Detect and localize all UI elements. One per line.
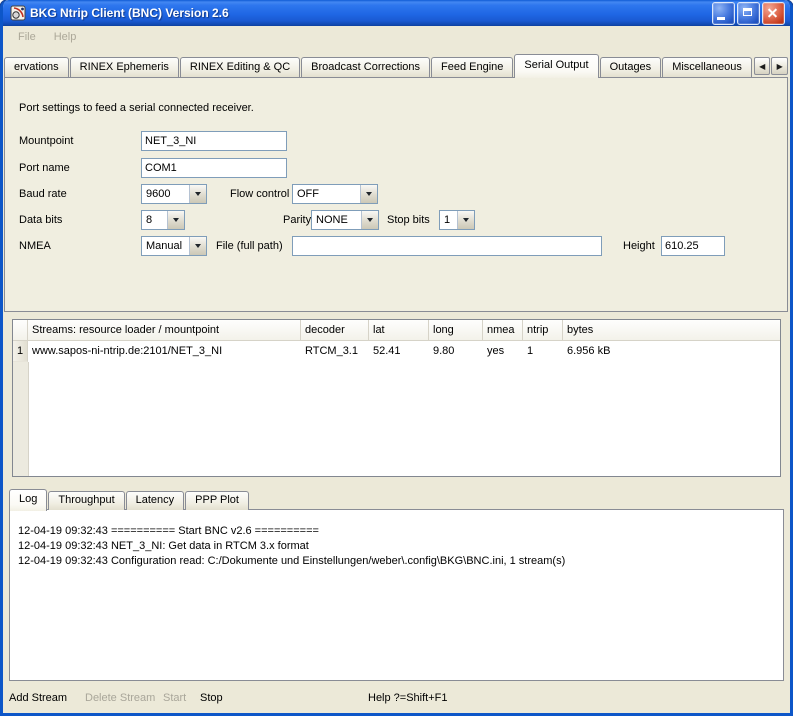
baud-rate-select[interactable]: 9600	[141, 184, 207, 204]
row-header-stripe	[13, 362, 29, 476]
table-empty-area	[13, 362, 780, 476]
nmea-select[interactable]: Manual	[141, 236, 207, 256]
cell-ntrip: 1	[523, 341, 563, 362]
arrow-right-icon: ▶	[777, 62, 783, 71]
stop-button[interactable]: Stop	[200, 692, 223, 704]
maximize-button[interactable]	[737, 2, 760, 25]
log-line: 12-04-19 09:32:43 ========== Start BNC v…	[18, 524, 777, 539]
stop-bits-label: Stop bits	[387, 214, 430, 226]
column-header-decoder[interactable]: decoder	[301, 320, 369, 340]
tab-rinex-editing-qc[interactable]: RINEX Editing & QC	[180, 57, 300, 77]
menu-bar: File Help	[3, 26, 790, 47]
column-header-ntrip[interactable]: ntrip	[523, 320, 563, 340]
tab-feed-engine[interactable]: Feed Engine	[431, 57, 513, 77]
app-icon[interactable]	[10, 5, 26, 21]
tab-scroll-left-button[interactable]: ◀	[754, 57, 771, 75]
flow-control-select[interactable]: OFF	[292, 184, 378, 204]
tab-miscellaneous[interactable]: Miscellaneous	[662, 57, 752, 77]
serial-output-panel: Port settings to feed a serial connected…	[4, 77, 788, 312]
help-shortcut-label: Help ?=Shift+F1	[368, 692, 448, 704]
bottom-tab-bar: Log Throughput Latency PPP Plot	[9, 489, 250, 510]
corner-header-cell	[13, 320, 28, 340]
flow-control-label: Flow control	[230, 188, 289, 200]
menu-file[interactable]: File	[9, 29, 45, 45]
chevron-down-icon[interactable]	[189, 237, 206, 255]
log-line: 12-04-19 09:32:43 NET_3_NI: Get data in …	[18, 539, 777, 554]
tab-throughput[interactable]: Throughput	[48, 491, 124, 510]
port-name-input[interactable]	[141, 158, 287, 178]
row-number: 1	[13, 341, 28, 362]
app-window: BKG Ntrip Client (BNC) Version 2.6 File …	[0, 0, 793, 716]
stop-bits-select[interactable]: 1	[439, 210, 475, 230]
window-title: BKG Ntrip Client (BNC) Version 2.6	[30, 6, 229, 20]
minimize-button[interactable]	[712, 2, 735, 25]
tab-ppp-plot[interactable]: PPP Plot	[185, 491, 249, 510]
data-bits-select[interactable]: 8	[141, 210, 185, 230]
tab-log[interactable]: Log	[9, 489, 47, 511]
arrow-left-icon: ◀	[759, 62, 765, 71]
delete-stream-button: Delete Stream	[85, 692, 155, 704]
chevron-down-icon[interactable]	[360, 185, 377, 203]
tab-outages[interactable]: Outages	[600, 57, 662, 77]
height-label: Height	[623, 240, 655, 252]
tab-observations[interactable]: ervations	[4, 57, 69, 77]
table-row[interactable]: 1 www.sapos-ni-ntrip.de:2101/NET_3_NI RT…	[13, 341, 780, 362]
chevron-down-icon[interactable]	[361, 211, 378, 229]
panel-description: Port settings to feed a serial connected…	[19, 102, 254, 114]
main-tab-bar: ervations RINEX Ephemeris RINEX Editing …	[4, 54, 788, 77]
streams-table-header: Streams: resource loader / mountpoint de…	[13, 320, 780, 341]
chevron-down-icon[interactable]	[189, 185, 206, 203]
cell-nmea: yes	[483, 341, 523, 362]
tab-serial-output[interactable]: Serial Output	[514, 54, 598, 78]
tab-broadcast-corrections[interactable]: Broadcast Corrections	[301, 57, 430, 77]
cell-bytes: 6.956 kB	[563, 341, 780, 362]
column-header-mountpoint[interactable]: Streams: resource loader / mountpoint	[28, 320, 301, 340]
add-stream-button[interactable]: Add Stream	[9, 692, 67, 704]
tab-rinex-ephemeris[interactable]: RINEX Ephemeris	[70, 57, 179, 77]
cell-mountpoint: www.sapos-ni-ntrip.de:2101/NET_3_NI	[28, 341, 301, 362]
title-bar[interactable]: BKG Ntrip Client (BNC) Version 2.6	[3, 0, 790, 26]
menu-help[interactable]: Help	[45, 29, 86, 45]
minimize-icon	[717, 17, 725, 20]
tab-latency[interactable]: Latency	[126, 491, 185, 510]
column-header-lat[interactable]: lat	[369, 320, 429, 340]
column-header-nmea[interactable]: nmea	[483, 320, 523, 340]
close-button[interactable]	[762, 2, 785, 25]
cell-lat: 52.41	[369, 341, 429, 362]
file-path-label: File (full path)	[216, 240, 283, 252]
log-line: 12-04-19 09:32:43 Configuration read: C:…	[18, 554, 777, 569]
cell-long: 9.80	[429, 341, 483, 362]
maximize-icon	[743, 8, 752, 16]
parity-select[interactable]: NONE	[311, 210, 379, 230]
tab-scroll-right-button[interactable]: ▶	[771, 57, 788, 75]
port-name-label: Port name	[19, 162, 70, 174]
file-path-input[interactable]	[292, 236, 602, 256]
nmea-label: NMEA	[19, 240, 51, 252]
data-bits-label: Data bits	[19, 214, 62, 226]
parity-label: Parity	[283, 214, 311, 226]
column-header-long[interactable]: long	[429, 320, 483, 340]
log-output[interactable]: 12-04-19 09:32:43 ========== Start BNC v…	[9, 509, 784, 681]
streams-table: Streams: resource loader / mountpoint de…	[12, 319, 781, 477]
chevron-down-icon[interactable]	[167, 211, 184, 229]
mountpoint-input[interactable]	[141, 131, 287, 151]
column-header-bytes[interactable]: bytes	[563, 320, 780, 340]
mountpoint-label: Mountpoint	[19, 135, 73, 147]
chevron-down-icon[interactable]	[457, 211, 474, 229]
cell-decoder: RTCM_3.1	[301, 341, 369, 362]
baud-rate-label: Baud rate	[19, 188, 67, 200]
height-input[interactable]	[661, 236, 725, 256]
start-button: Start	[163, 692, 186, 704]
